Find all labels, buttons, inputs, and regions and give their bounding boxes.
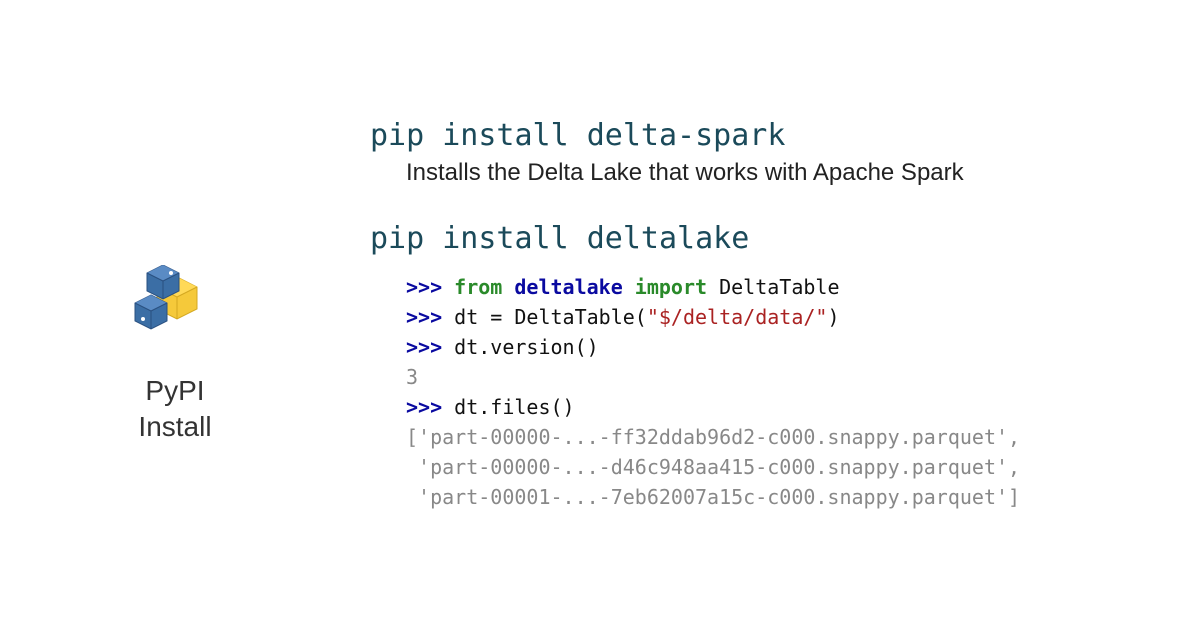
output-line-2: ['part-00000-...-ff32ddab96d2-c000.snapp… [406,422,1160,452]
module-name: deltalake [514,275,622,299]
output-line-4: 'part-00001-...-7eb62007a15c-c000.snappy… [406,482,1160,512]
string-literal: "$/delta/data/" [647,305,828,329]
code-line-1: >>> from deltalake import DeltaTable [406,272,1160,302]
keyword-from: from [454,275,514,299]
repl-prompt: >>> [406,305,454,329]
sidebar: PyPI Install [40,185,310,446]
output-line-3: 'part-00000-...-d46c948aa415-c000.snappy… [406,452,1160,482]
code-line-2: >>> dt = DeltaTable("$/delta/data/") [406,302,1160,332]
output-line-1: 3 [406,362,1160,392]
main-content: pip install delta-spark Installs the Del… [310,118,1160,512]
sidebar-label-line2: Install [138,409,211,445]
code-text: dt.version() [454,335,599,359]
repl-prompt: >>> [406,275,454,299]
install-command-1-desc: Installs the Delta Lake that works with … [406,159,1160,187]
install-command-1: pip install delta-spark [370,118,1160,153]
keyword-import: import [623,275,719,299]
code-text: dt = DeltaTable( [454,305,647,329]
class-name: DeltaTable [719,275,839,299]
install-command-2: pip install deltalake [370,221,1160,256]
code-line-4: >>> dt.files() [406,392,1160,422]
code-text: ) [827,305,839,329]
code-line-3: >>> dt.version() [406,332,1160,362]
repl-prompt: >>> [406,335,454,359]
sidebar-label: PyPI Install [138,373,211,446]
code-example: >>> from deltalake import DeltaTable >>>… [406,272,1160,512]
code-text: dt.files() [454,395,574,419]
sidebar-label-line1: PyPI [138,373,211,409]
repl-prompt: >>> [406,395,454,419]
python-logo-icon [125,265,225,355]
